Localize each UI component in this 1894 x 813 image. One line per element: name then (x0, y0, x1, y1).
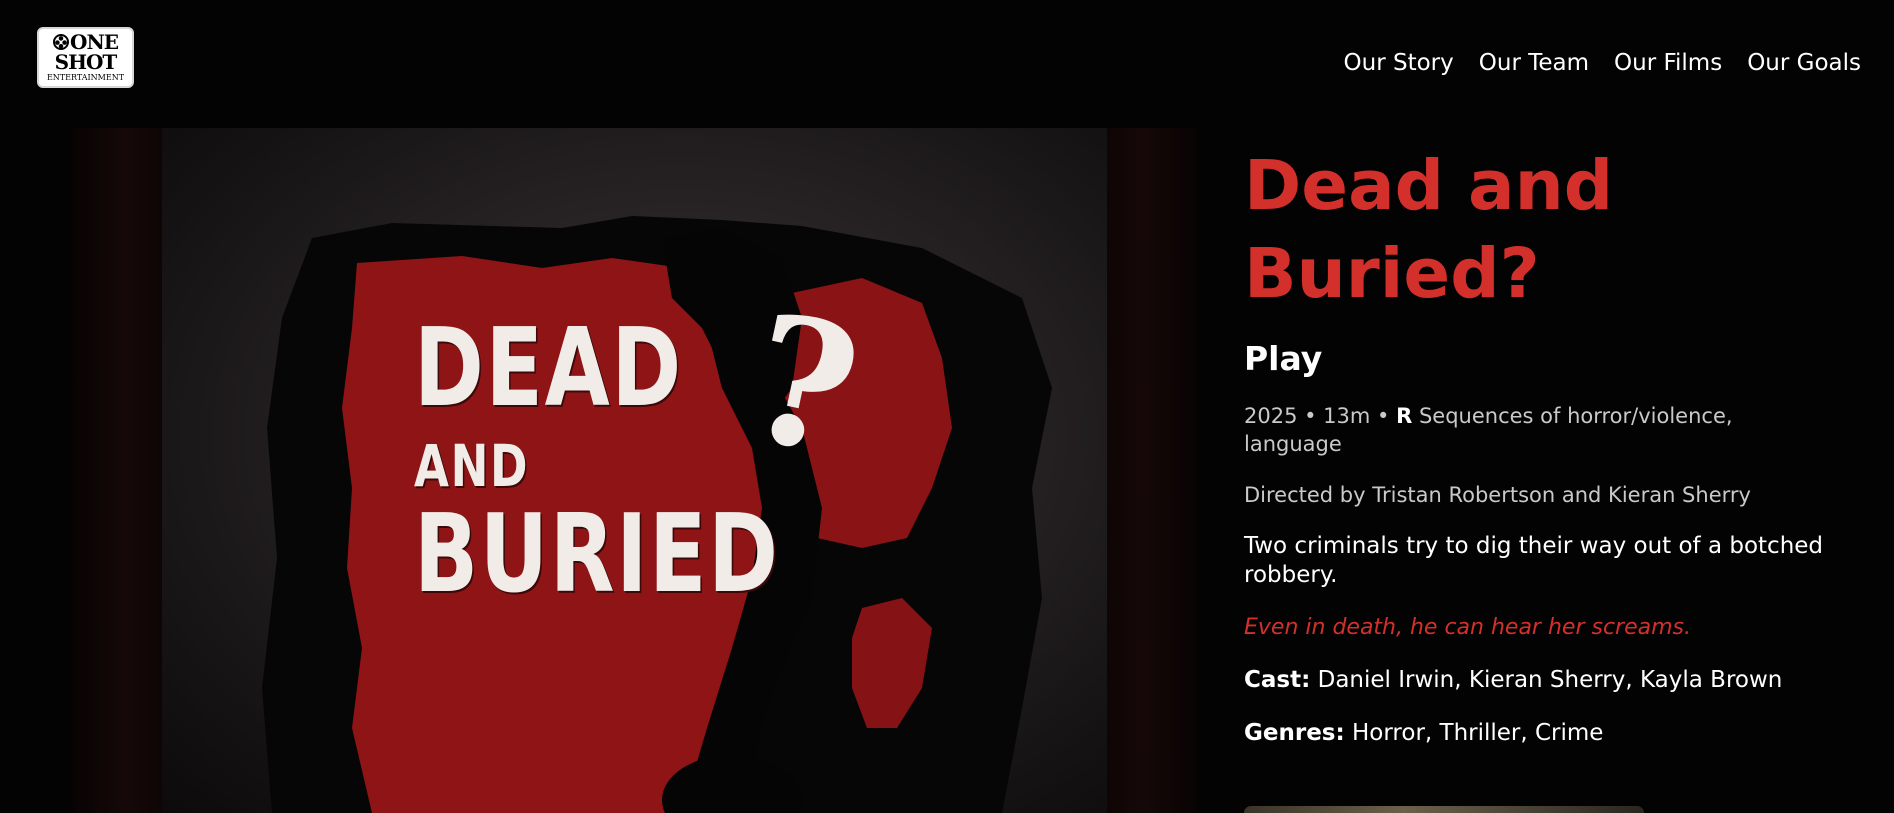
genres-label: Genres: (1244, 720, 1345, 746)
nav-our-goals[interactable]: Our Goals (1747, 48, 1861, 78)
play-button[interactable]: Play (1244, 339, 1322, 379)
poster-side-right (1107, 128, 1197, 813)
film-director: Directed by Tristan Robertson and Kieran… (1244, 483, 1751, 507)
nav-our-story[interactable]: Our Story (1344, 48, 1454, 78)
film-poster: DEAD AND BURIED ? (72, 128, 1197, 813)
film-info: Dead and Buried? Play 2025 • 13m • R Seq… (1244, 142, 1864, 748)
rating-badge: R (1396, 404, 1413, 428)
film-cast: Cast: Daniel Irwin, Kieran Sherry, Kayla… (1244, 666, 1864, 695)
cast-label: Cast: (1244, 667, 1311, 693)
nav-our-team[interactable]: Our Team (1479, 48, 1589, 78)
genres-list: Horror, Thriller, Crime (1344, 720, 1604, 746)
film-detail-page: ONE SHOT ENTERTAINMENT Our Story Our Tea… (0, 0, 1894, 813)
next-media-thumbnail[interactable] (1244, 806, 1644, 813)
film-reel-icon (53, 34, 70, 50)
film-year-runtime: 2025 • 13m • (1244, 404, 1397, 428)
logo-line-shot: SHOT (54, 50, 118, 74)
film-title: Dead and Buried? (1244, 146, 1614, 314)
one-shot-logo[interactable]: ONE SHOT ENTERTAINMENT (37, 27, 134, 88)
poster-title-dead: DEAD (414, 306, 683, 431)
poster-title-art: DEAD AND BURIED (414, 313, 780, 611)
poster-artwork: DEAD AND BURIED ? (162, 128, 1107, 813)
poster-title-and: AND (414, 432, 530, 500)
cast-list: Daniel Irwin, Kieran Sherry, Kayla Brown (1310, 667, 1783, 693)
film-synopsis: Two criminals try to dig their way out o… (1244, 533, 1824, 588)
film-meta: 2025 • 13m • R Sequences of horror/viole… (1244, 402, 1804, 458)
nav-our-films[interactable]: Our Films (1614, 48, 1722, 78)
film-tagline: Even in death, he can hear her screams. (1244, 615, 1691, 640)
film-genres: Genres: Horror, Thriller, Crime (1244, 719, 1864, 748)
logo-line-one: ONE (39, 32, 132, 52)
logo-line-entertainment: ENTERTAINMENT (46, 73, 125, 82)
main-nav: Our Story Our Team Our Films Our Goals (1344, 48, 1861, 78)
poster-side-left (72, 128, 162, 813)
poster-title-buried: BURIED (414, 492, 780, 617)
